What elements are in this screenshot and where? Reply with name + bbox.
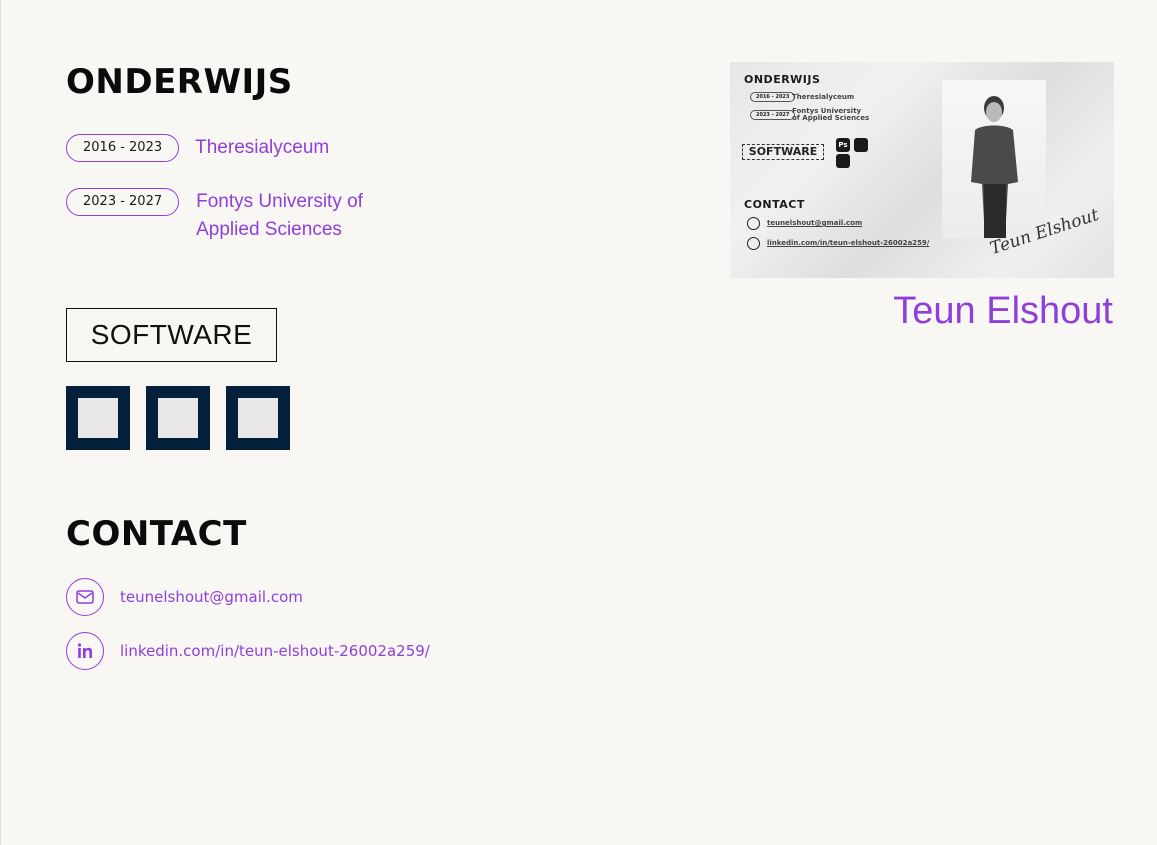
photoshop-icon: Ps <box>836 138 850 152</box>
education-years-badge: 2023 - 2027 <box>66 188 180 216</box>
profile-photo <box>942 80 1046 238</box>
email-link[interactable]: teunelshout@gmail.com <box>120 588 303 606</box>
education-years-badge: 2016 - 2023 <box>66 134 180 162</box>
linkedin-link[interactable]: linkedin.com/in/teun-elshout-26002a259/ <box>120 642 430 660</box>
preview-contact-title: CONTACT <box>744 198 805 211</box>
contact-email-row[interactable]: teunelshout@gmail.com <box>66 578 303 616</box>
education-school: Theresialyceum <box>195 137 330 158</box>
preview-education-school: Theresialyceum <box>792 93 855 101</box>
software-title: SOFTWARE <box>66 308 277 362</box>
preview-email: teunelshout@gmail.com <box>767 219 863 227</box>
vscode-icon <box>836 154 850 168</box>
profile-name: Teun Elshout <box>893 290 1113 332</box>
software-tile-2[interactable] <box>146 386 210 450</box>
software-tile-image <box>238 398 278 438</box>
software-tile-image <box>78 398 118 438</box>
education-item: 2023 - 2027 Fontys University of Applied… <box>66 188 416 244</box>
preview-linkedin: linkedin.com/in/teun-elshout-26002a259/ <box>767 239 930 247</box>
software-tile-1[interactable] <box>66 386 130 450</box>
cv-preview-image: ONDERWIJS 2016 - 2023 Theresialyceum 202… <box>730 62 1114 278</box>
education-title: ONDERWIJS <box>66 62 293 102</box>
software-tile-3[interactable] <box>226 386 290 450</box>
preview-education-years: 2023 - 2027 <box>750 110 796 120</box>
preview-mail-icon <box>747 217 760 230</box>
linkedin-icon <box>66 632 104 670</box>
figma-icon <box>854 138 868 152</box>
education-school: Fontys University of Applied Sciences <box>196 191 363 240</box>
preview-education-school-line2: of Applied Sciences <box>792 114 870 122</box>
education-item: 2016 - 2023 Theresialyceum <box>66 134 329 162</box>
preview-linkedin-icon <box>747 237 760 250</box>
mail-icon <box>66 578 104 616</box>
preview-software-title: SOFTWARE <box>742 144 824 160</box>
preview-education-title: ONDERWIJS <box>744 73 821 86</box>
contact-linkedin-row[interactable]: linkedin.com/in/teun-elshout-26002a259/ <box>66 632 430 670</box>
contact-title: CONTACT <box>66 514 247 554</box>
software-tile-image <box>158 398 198 438</box>
software-tiles <box>66 386 290 450</box>
preview-education-years: 2016 - 2023 <box>750 92 796 102</box>
